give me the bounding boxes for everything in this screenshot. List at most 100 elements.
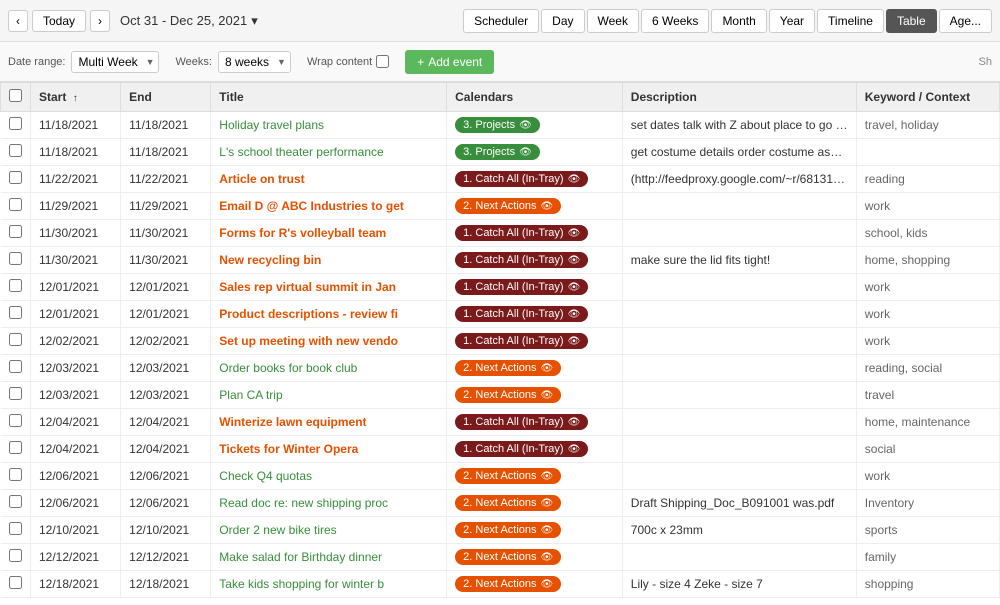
add-event-button[interactable]: + Add event [405,50,494,74]
row-calendar[interactable]: 1. Catch All (In-Tray) [447,301,623,328]
row-title[interactable]: L's school theater performance [211,139,447,166]
col-start[interactable]: Start ↑ [31,83,121,112]
weeks-select[interactable]: 8 weeks 4 weeks 2 weeks [218,51,291,73]
row-checkbox-cell[interactable] [1,517,31,544]
row-checkbox[interactable] [9,360,22,373]
row-calendar[interactable]: 3. Projects [447,139,623,166]
col-calendars[interactable]: Calendars [447,83,623,112]
row-checkbox[interactable] [9,576,22,589]
row-calendar[interactable]: 2. Next Actions [447,355,623,382]
tab-year[interactable]: Year [769,9,815,33]
row-calendar[interactable]: 1. Catch All (In-Tray) [447,328,623,355]
row-title[interactable]: Tickets for Winter Opera [211,436,447,463]
row-checkbox-cell[interactable] [1,490,31,517]
tab-month[interactable]: Month [711,9,766,33]
row-calendar[interactable]: 1. Catch All (In-Tray) [447,220,623,247]
today-button[interactable]: Today [32,10,86,32]
tab-agenda[interactable]: Age... [939,9,992,33]
row-checkbox[interactable] [9,495,22,508]
row-checkbox[interactable] [9,333,22,346]
wrap-content-checkbox[interactable] [376,55,389,68]
row-checkbox-cell[interactable] [1,112,31,139]
row-title[interactable]: Sales rep virtual summit in Jan [211,274,447,301]
row-calendar[interactable]: 2. Next Actions [447,544,623,571]
col-title[interactable]: Title [211,83,447,112]
row-end: 12/04/2021 [121,436,211,463]
col-keyword[interactable]: Keyword / Context [856,83,999,112]
row-checkbox[interactable] [9,117,22,130]
show-button[interactable]: Sh [979,56,992,68]
back-icon-btn[interactable]: ‹ [8,10,28,32]
row-checkbox[interactable] [9,306,22,319]
row-calendar[interactable]: 1. Catch All (In-Tray) [447,166,623,193]
col-end[interactable]: End [121,83,211,112]
row-title[interactable]: Winterize lawn equipment [211,409,447,436]
row-checkbox[interactable] [9,522,22,535]
row-checkbox[interactable] [9,441,22,454]
row-title[interactable]: Email D @ ABC Industries to get [211,193,447,220]
row-calendar[interactable]: 2. Next Actions [447,571,623,598]
row-checkbox-cell[interactable] [1,409,31,436]
eye-icon [568,173,581,185]
row-checkbox-cell[interactable] [1,436,31,463]
row-calendar[interactable]: 2. Next Actions [447,517,623,544]
row-checkbox-cell[interactable] [1,274,31,301]
row-title[interactable]: Set up meeting with new vendo [211,328,447,355]
select-all-checkbox[interactable] [9,89,22,102]
row-title[interactable]: Order books for book club [211,355,447,382]
tab-week[interactable]: Week [587,9,639,33]
tab-timeline[interactable]: Timeline [817,9,884,33]
row-calendar[interactable]: 2. Next Actions [447,193,623,220]
row-checkbox[interactable] [9,468,22,481]
row-checkbox-cell[interactable] [1,193,31,220]
tab-6weeks[interactable]: 6 Weeks [641,9,709,33]
row-checkbox[interactable] [9,225,22,238]
row-checkbox-cell[interactable] [1,382,31,409]
row-calendar[interactable]: 1. Catch All (In-Tray) [447,247,623,274]
row-title[interactable]: New recycling bin [211,247,447,274]
date-range-select[interactable]: Multi Week Single Day Week [71,51,159,73]
forward-icon-btn[interactable]: › [90,10,110,32]
row-checkbox-cell[interactable] [1,220,31,247]
row-title[interactable]: Product descriptions - review fi [211,301,447,328]
row-calendar[interactable]: 2. Next Actions [447,490,623,517]
tab-scheduler[interactable]: Scheduler [463,9,539,33]
row-checkbox-cell[interactable] [1,463,31,490]
row-checkbox-cell[interactable] [1,328,31,355]
row-checkbox-cell[interactable] [1,355,31,382]
col-checkbox[interactable] [1,83,31,112]
row-title[interactable]: Plan CA trip [211,382,447,409]
tab-table[interactable]: Table [886,9,937,33]
row-checkbox-cell[interactable] [1,247,31,274]
row-title[interactable]: Read doc re: new shipping proc [211,490,447,517]
tab-day[interactable]: Day [541,9,584,33]
row-checkbox-cell[interactable] [1,139,31,166]
row-calendar[interactable]: 1. Catch All (In-Tray) [447,436,623,463]
row-checkbox-cell[interactable] [1,544,31,571]
row-calendar[interactable]: 3. Projects [447,112,623,139]
row-calendar[interactable]: 1. Catch All (In-Tray) [447,274,623,301]
row-title[interactable]: Check Q4 quotas [211,463,447,490]
row-checkbox-cell[interactable] [1,571,31,598]
row-title[interactable]: Holiday travel plans [211,112,447,139]
row-checkbox-cell[interactable] [1,301,31,328]
row-calendar[interactable]: 1. Catch All (In-Tray) [447,409,623,436]
col-description[interactable]: Description [622,83,856,112]
row-calendar[interactable]: 2. Next Actions [447,382,623,409]
row-checkbox[interactable] [9,198,22,211]
row-checkbox-cell[interactable] [1,166,31,193]
row-checkbox[interactable] [9,144,22,157]
date-range-label[interactable]: Oct 31 - Dec 25, 2021 ▾ [120,13,258,29]
row-checkbox[interactable] [9,549,22,562]
row-checkbox[interactable] [9,387,22,400]
row-checkbox[interactable] [9,252,22,265]
row-title[interactable]: Article on trust [211,166,447,193]
row-calendar[interactable]: 2. Next Actions [447,463,623,490]
row-checkbox[interactable] [9,171,22,184]
row-title[interactable]: Order 2 new bike tires [211,517,447,544]
row-checkbox[interactable] [9,414,22,427]
row-title[interactable]: Make salad for Birthday dinner [211,544,447,571]
row-title[interactable]: Forms for R's volleyball team [211,220,447,247]
row-title[interactable]: Take kids shopping for winter b [211,571,447,598]
row-checkbox[interactable] [9,279,22,292]
